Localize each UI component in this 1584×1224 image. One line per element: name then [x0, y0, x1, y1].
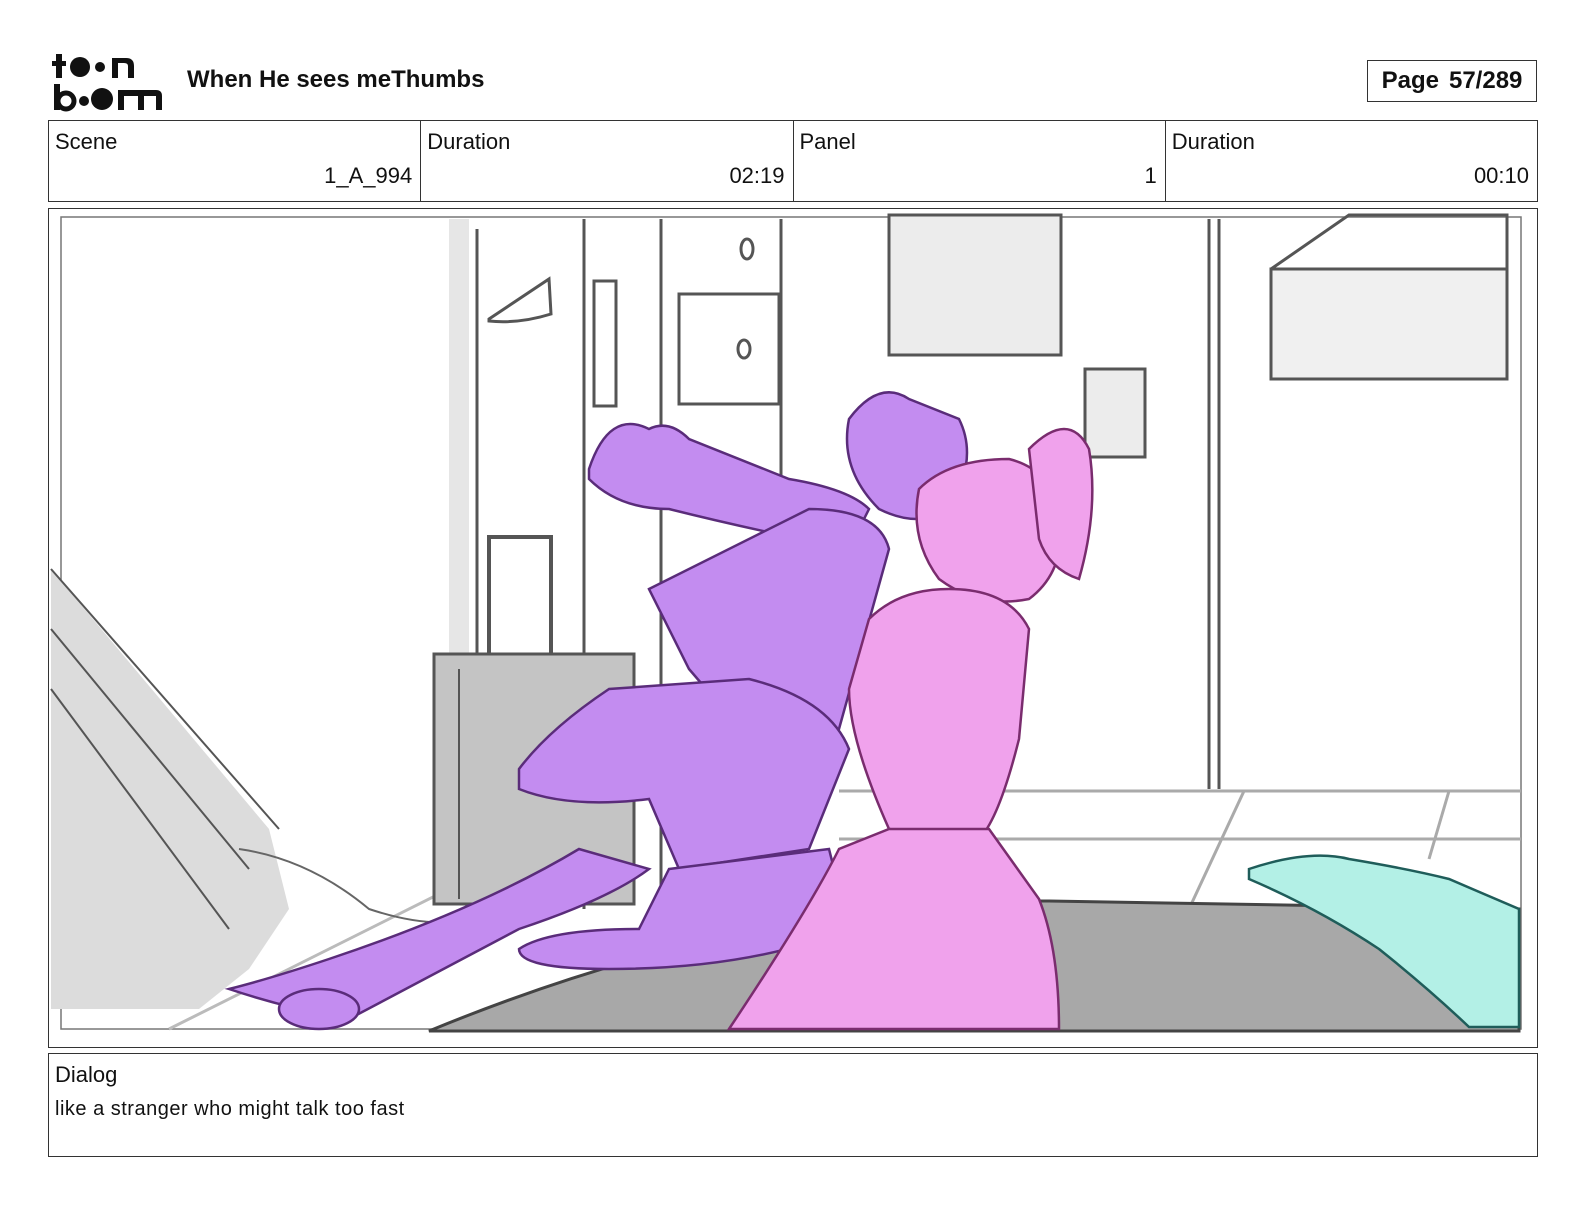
panel-cell: Panel 1 [794, 121, 1166, 201]
dialog-text: like a stranger who might talk too fast [55, 1098, 405, 1120]
page-indicator: Page 57/289 [1367, 60, 1537, 102]
storyboard-panel [48, 208, 1538, 1048]
scene-duration-label: Duration [427, 129, 511, 154]
scene-value: 1_A_994 [324, 163, 413, 188]
scene-duration-cell: Duration 02:19 [421, 121, 794, 201]
panel-duration-cell: Duration 00:10 [1166, 121, 1537, 201]
panel-label: Panel [799, 129, 856, 154]
scene-cell: Scene 1_A_994 [49, 121, 422, 201]
page-label: Page [1381, 67, 1439, 94]
panel-value: 1 [1144, 163, 1157, 188]
scene-info-table: Scene 1_A_994 Duration 02:19 Panel 1 Dur… [48, 120, 1538, 202]
panel-duration-value: 00:10 [1473, 163, 1529, 188]
scene-label: Scene [55, 129, 118, 154]
dialog-box: Dialog like a stranger who might talk to… [48, 1053, 1538, 1157]
project-title: When He sees meThumbs [187, 66, 485, 93]
panel-duration-label: Duration [1171, 129, 1255, 154]
dialog-label: Dialog [55, 1062, 118, 1087]
panel-sketch [50, 213, 1522, 1033]
scene-duration-value: 02:19 [729, 163, 785, 188]
toon-boom-logo [52, 52, 164, 112]
page-number: 57/289 [1448, 67, 1523, 94]
